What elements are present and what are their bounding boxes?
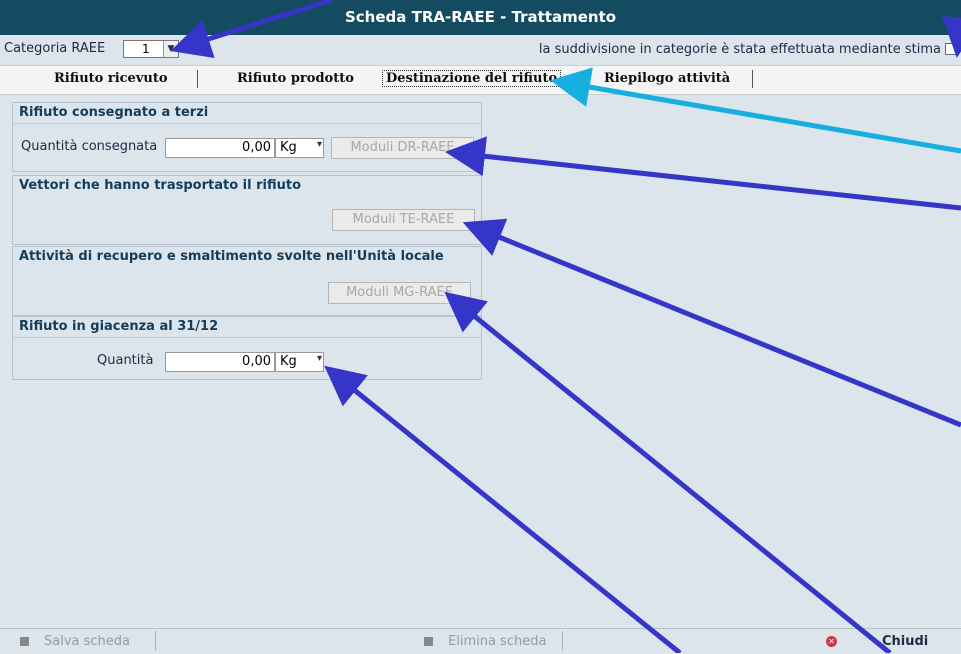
tab-rifiuto-prodotto[interactable]: Rifiuto prodotto: [237, 71, 354, 86]
tab-rifiuto-ricevuto[interactable]: Rifiuto ricevuto: [54, 71, 168, 86]
footer-divider: [155, 631, 156, 651]
moduli-te-raee-button[interactable]: Moduli TE-RAEE: [332, 209, 475, 231]
footer-divider: [562, 631, 563, 651]
panel-rifiuto-consegnato: Rifiuto consegnato a terzi Quantità cons…: [12, 102, 482, 172]
tab-destinazione[interactable]: Destinazione del rifiuto: [382, 70, 562, 87]
footer-bar: Salva scheda Elimina scheda ✕ Chiudi: [0, 628, 961, 654]
tab-bar: Rifiuto ricevuto Rifiuto prodotto Destin…: [0, 65, 961, 95]
tab-divider: [752, 70, 753, 88]
unit-select-giacenza[interactable]: Kg ▾: [275, 352, 324, 372]
quantita-consegnata-input[interactable]: 0,00: [165, 138, 275, 158]
chevron-down-icon[interactable]: ▾: [317, 353, 322, 364]
close-icon: ✕: [826, 636, 837, 647]
stima-checkbox[interactable]: [945, 43, 957, 55]
chevron-down-icon[interactable]: ▼: [163, 41, 178, 57]
panel-giacenza: Rifiuto in giacenza al 31/12 Quantità 0,…: [12, 316, 482, 380]
delete-icon: [424, 637, 433, 646]
close-label: Chiudi: [882, 634, 929, 649]
window-title: Scheda TRA-RAEE - Trattamento: [0, 0, 961, 35]
tab-divider: [197, 70, 198, 88]
categoria-select[interactable]: 1 ▼: [123, 40, 179, 58]
panel-title: Rifiuto consegnato a terzi: [19, 105, 209, 120]
categoria-value: 1: [142, 42, 150, 56]
category-row: Categoria RAEE 1 ▼ la suddivisione in ca…: [0, 37, 961, 63]
panel-divider: [13, 337, 481, 338]
delete-label: Elimina scheda: [448, 634, 547, 649]
moduli-mg-raee-button[interactable]: Moduli MG-RAEE: [328, 282, 471, 304]
categoria-label: Categoria RAEE: [4, 41, 106, 56]
chevron-down-icon[interactable]: ▾: [317, 139, 322, 150]
panel-divider: [13, 123, 481, 124]
arrow-to-dr-raee: [445, 136, 961, 211]
unit-select-consegnata[interactable]: Kg ▾: [275, 138, 324, 158]
panel-vettori: Vettori che hanno trasportato il rifiuto…: [12, 175, 482, 245]
unit-value: Kg: [280, 140, 297, 155]
save-label: Salva scheda: [44, 634, 130, 649]
panel-title: Rifiuto in giacenza al 31/12: [19, 319, 219, 334]
tab-riepilogo[interactable]: Riepilogo attività: [604, 71, 730, 86]
stima-label: la suddivisione in categorie è stata eff…: [538, 42, 941, 57]
quantita-label: Quantità: [97, 353, 154, 368]
arrow-to-mg-raee: [444, 291, 892, 653]
arrow-to-quantita: [324, 365, 682, 653]
quantita-consegnata-label: Quantità consegnata: [21, 139, 158, 154]
panel-attivita: Attività di recupero e smaltimento svolt…: [12, 246, 482, 316]
unit-value: Kg: [280, 354, 297, 369]
save-icon: [20, 637, 29, 646]
panel-title: Vettori che hanno trasportato il rifiuto: [19, 178, 302, 193]
panel-title: Attività di recupero e smaltimento svolt…: [19, 249, 444, 264]
arrow-to-te-raee: [462, 218, 961, 428]
moduli-dr-raee-button[interactable]: Moduli DR-RAEE: [331, 137, 474, 159]
quantita-giacenza-input[interactable]: 0,00: [165, 352, 275, 372]
